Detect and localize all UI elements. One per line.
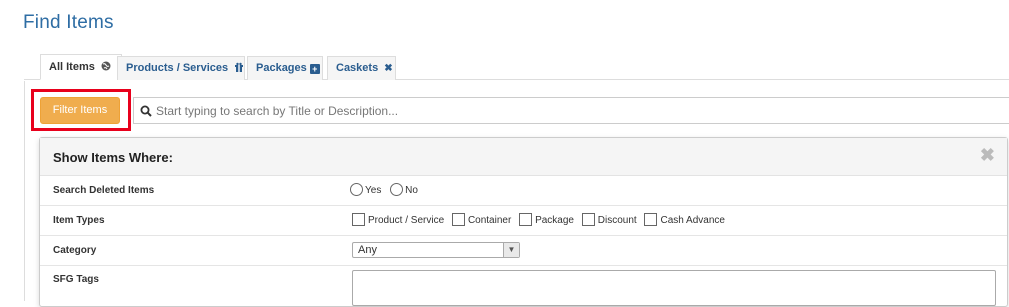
filter-label: Item Types (53, 215, 105, 226)
checkbox-product-service[interactable] (352, 213, 365, 226)
checkbox-label: Discount (597, 215, 637, 226)
filter-panel-header: Show Items Where: ✖ (40, 138, 1007, 176)
filter-row-deleted: Search Deleted Items Yes No (40, 176, 1007, 206)
radio-yes[interactable] (350, 183, 363, 196)
filter-label: Search Deleted Items (53, 185, 155, 196)
page-title: Find Items (23, 12, 114, 33)
tab-packages[interactable]: Packages + (247, 56, 323, 80)
filter-panel-title: Show Items Where: (53, 150, 173, 165)
types-checkbox-group: Product / Service Container Package Disc… (352, 213, 730, 226)
filter-panel: Show Items Where: ✖ Search Deleted Items… (39, 137, 1008, 307)
deleted-radio-group: Yes No (350, 183, 424, 196)
close-icon: ✖ (384, 63, 393, 74)
tab-products-services[interactable]: Products / Services (117, 56, 245, 80)
filter-row-tags: SFG Tags (40, 266, 1007, 306)
filter-label: SFG Tags (53, 274, 99, 285)
tab-caskets[interactable]: Caskets ✖ (327, 56, 396, 80)
checkbox-label: Cash Advance (660, 215, 725, 226)
category-select[interactable]: Any ▼ (352, 242, 520, 258)
chevron-down-icon: ▼ (503, 243, 519, 257)
search-input[interactable] (156, 100, 996, 121)
search-box[interactable] (133, 97, 1009, 124)
filter-label: Category (53, 245, 97, 256)
highlight-annotation (31, 89, 131, 131)
tab-label: Packages (256, 62, 307, 74)
tab-label: Products / Services (126, 62, 229, 74)
tab-label: Caskets (336, 62, 379, 74)
tab-bar: All Items Products / Services Packages + … (24, 54, 1009, 80)
checkbox-container[interactable] (451, 213, 465, 226)
filter-row-category: Category Any ▼ (40, 236, 1007, 266)
checkbox-label: Container (467, 215, 512, 226)
checkbox-cash-advance[interactable] (644, 213, 658, 226)
tab-label: All Items (49, 61, 95, 73)
category-select-value: Any (358, 244, 377, 256)
filter-row-types: Item Types Product / Service Container P… (40, 206, 1007, 236)
globe-icon (101, 61, 111, 73)
radio-no[interactable] (390, 183, 404, 196)
checkbox-package[interactable] (519, 213, 533, 226)
checkbox-label: Product / Service (368, 215, 445, 226)
radio-label: No (405, 185, 418, 196)
checkbox-label: Package (535, 215, 574, 226)
search-icon (140, 104, 152, 117)
tab-all-items[interactable]: All Items (40, 54, 122, 80)
radio-label: Yes (365, 185, 382, 196)
close-icon[interactable]: ✖ (980, 145, 995, 166)
tags-input[interactable] (352, 270, 996, 306)
plus-square-icon: + (309, 64, 320, 74)
checkbox-discount[interactable] (581, 213, 595, 226)
gift-icon (234, 62, 244, 74)
